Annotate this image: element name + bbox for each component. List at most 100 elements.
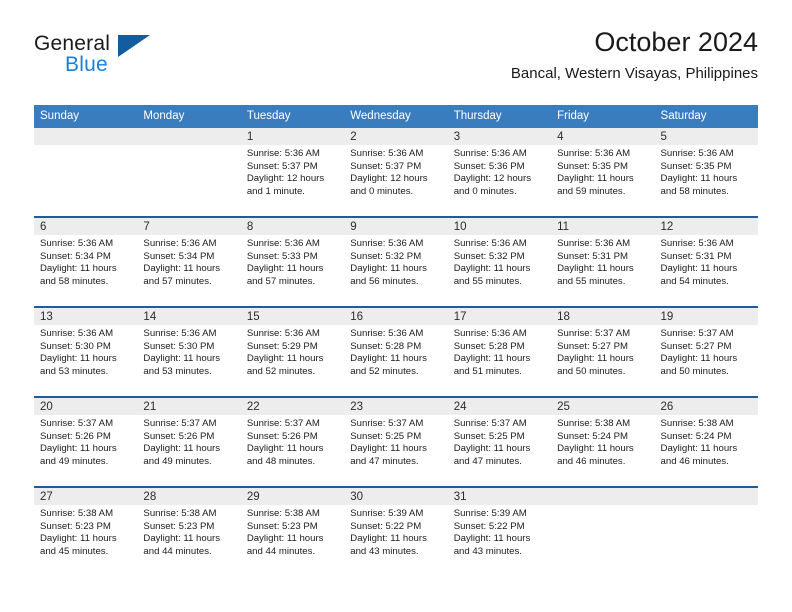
day-cell[interactable]: 4 Sunrise: 5:36 AM Sunset: 5:35 PM Daylight…: [551, 128, 655, 216]
day-detail-line: and 44 minutes.: [143, 545, 212, 557]
day-cell[interactable]: 1 Sunrise: 5:36 AM Sunset: 5:37 PM Daylight…: [240, 128, 345, 216]
day-detail-line: Sunrise: 5:36 AM: [660, 148, 734, 159]
day-number: 25: [551, 398, 655, 415]
day-detail-line: and 58 minutes.: [40, 275, 109, 287]
day-cell[interactable]: 5 Sunrise: 5:36 AM Sunset: 5:35 PM Daylight…: [654, 128, 758, 216]
day-details: Sunrise: 5:38 AM Sunset: 5:24 PM Daylight:…: [655, 415, 758, 468]
day-detail-line: Daylight: 11 hours: [453, 353, 531, 365]
day-cell[interactable]: 25 Sunrise: 5:38 AM Sunset: 5:24 PM Dayligh…: [551, 398, 655, 486]
day-detail-line: Sunrise: 5:38 AM: [246, 508, 320, 519]
day-detail-line: Sunrise: 5:36 AM: [557, 148, 631, 159]
day-detail-line: Sunset: 5:37 PM: [246, 160, 318, 172]
day-cell[interactable]: 31 Sunrise: 5:39 AM Sunset: 5:22 PM Dayligh…: [447, 488, 552, 576]
day-detail-line: Sunset: 5:35 PM: [557, 160, 629, 172]
day-details: Sunrise: 5:37 AM Sunset: 5:27 PM Daylight:…: [551, 325, 654, 378]
day-cell[interactable]: 16 Sunrise: 5:36 AM Sunset: 5:28 PM Dayligh…: [344, 308, 448, 396]
day-detail-line: and 49 minutes.: [40, 455, 109, 467]
day-detail-line: Sunset: 5:31 PM: [660, 250, 732, 262]
calendar-week-row: 6 Sunrise: 5:36 AM Sunset: 5:34 PM Daylight…: [34, 216, 758, 306]
day-cell[interactable]: 22 Sunrise: 5:37 AM Sunset: 5:26 PM Dayligh…: [240, 398, 345, 486]
general-blue-logo: General Blue: [34, 32, 234, 88]
day-number: [551, 488, 655, 505]
day-cell[interactable]: 3 Sunrise: 5:36 AM Sunset: 5:36 PM Daylight…: [447, 128, 552, 216]
day-details: Sunrise: 5:36 AM Sunset: 5:28 PM Daylight:…: [448, 325, 551, 378]
day-detail-line: Daylight: 11 hours: [350, 533, 427, 545]
day-detail-line: Sunrise: 5:37 AM: [453, 418, 527, 429]
day-detail-line: Sunset: 5:26 PM: [246, 430, 318, 442]
day-details: Sunrise: 5:36 AM Sunset: 5:37 PM Daylight:…: [344, 145, 447, 198]
day-detail-line: Sunrise: 5:36 AM: [557, 238, 631, 249]
day-detail-line: Daylight: 11 hours: [557, 173, 634, 185]
day-cell[interactable]: 23 Sunrise: 5:37 AM Sunset: 5:25 PM Dayligh…: [344, 398, 448, 486]
day-number: 26: [654, 398, 758, 415]
day-number: 6: [34, 218, 138, 235]
day-details: [551, 505, 654, 508]
day-cell[interactable]: 21 Sunrise: 5:37 AM Sunset: 5:26 PM Dayligh…: [137, 398, 241, 486]
day-detail-line: and 50 minutes.: [660, 365, 729, 377]
day-number: 30: [344, 488, 448, 505]
day-detail-line: Sunset: 5:28 PM: [350, 340, 422, 352]
day-cell[interactable]: 2 Sunrise: 5:36 AM Sunset: 5:37 PM Daylight…: [344, 128, 448, 216]
day-cell[interactable]: 20 Sunrise: 5:37 AM Sunset: 5:26 PM Dayligh…: [34, 398, 138, 486]
day-detail-line: and 50 minutes.: [557, 365, 626, 377]
day-cell[interactable]: 13 Sunrise: 5:36 AM Sunset: 5:30 PM Dayligh…: [34, 308, 138, 396]
day-details: Sunrise: 5:38 AM Sunset: 5:23 PM Daylight:…: [34, 505, 137, 558]
day-detail-line: Sunset: 5:29 PM: [246, 340, 318, 352]
day-details: Sunrise: 5:37 AM Sunset: 5:25 PM Daylight:…: [448, 415, 551, 468]
day-details: Sunrise: 5:36 AM Sunset: 5:29 PM Daylight:…: [241, 325, 344, 378]
day-cell[interactable]: 10 Sunrise: 5:36 AM Sunset: 5:32 PM Dayligh…: [447, 218, 552, 306]
day-detail-line: Sunset: 5:23 PM: [40, 520, 111, 532]
day-detail-line: Sunset: 5:25 PM: [350, 430, 422, 442]
day-detail-line: and 48 minutes.: [246, 455, 316, 467]
day-details: Sunrise: 5:36 AM Sunset: 5:35 PM Daylight:…: [551, 145, 654, 198]
weekday-header-thursday: Thursday: [453, 110, 502, 122]
day-cell[interactable]: 9 Sunrise: 5:36 AM Sunset: 5:32 PM Daylight…: [344, 218, 448, 306]
day-cell-empty: [137, 128, 241, 216]
day-cell[interactable]: 18 Sunrise: 5:37 AM Sunset: 5:27 PM Dayligh…: [551, 308, 655, 396]
day-detail-line: Daylight: 11 hours: [143, 263, 221, 275]
day-number: 20: [34, 398, 138, 415]
day-cell[interactable]: 11 Sunrise: 5:36 AM Sunset: 5:31 PM Dayligh…: [551, 218, 655, 306]
day-detail-line: and 56 minutes.: [350, 275, 419, 287]
day-detail-line: Sunset: 5:23 PM: [246, 520, 318, 532]
day-detail-line: Sunset: 5:31 PM: [557, 250, 629, 262]
day-number: 31: [447, 488, 552, 505]
day-detail-line: Sunrise: 5:37 AM: [557, 328, 631, 339]
day-number: 12: [654, 218, 758, 235]
page-subtitle: Bancal, Western Visayas, Philippines: [510, 65, 758, 82]
calendar-week-row: 13 Sunrise: 5:36 AM Sunset: 5:30 PM Dayligh…: [34, 306, 758, 396]
day-cell[interactable]: 6 Sunrise: 5:36 AM Sunset: 5:34 PM Daylight…: [34, 218, 138, 306]
day-number: 2: [344, 128, 448, 145]
day-detail-line: Sunrise: 5:38 AM: [143, 508, 217, 519]
day-detail-line: Sunrise: 5:36 AM: [453, 328, 527, 339]
day-cell[interactable]: 29 Sunrise: 5:38 AM Sunset: 5:23 PM Dayligh…: [240, 488, 345, 576]
day-number: 13: [34, 308, 138, 325]
day-cell[interactable]: 12 Sunrise: 5:36 AM Sunset: 5:31 PM Dayligh…: [654, 218, 758, 306]
day-cell[interactable]: 24 Sunrise: 5:37 AM Sunset: 5:25 PM Dayligh…: [447, 398, 552, 486]
day-cell[interactable]: 8 Sunrise: 5:36 AM Sunset: 5:33 PM Daylight…: [240, 218, 345, 306]
day-cell[interactable]: 15 Sunrise: 5:36 AM Sunset: 5:29 PM Dayligh…: [240, 308, 345, 396]
day-cell[interactable]: 19 Sunrise: 5:37 AM Sunset: 5:27 PM Dayligh…: [654, 308, 758, 396]
day-cell[interactable]: 30 Sunrise: 5:39 AM Sunset: 5:22 PM Dayligh…: [344, 488, 448, 576]
day-cell[interactable]: 17 Sunrise: 5:36 AM Sunset: 5:28 PM Dayligh…: [447, 308, 552, 396]
day-cell[interactable]: 26 Sunrise: 5:38 AM Sunset: 5:24 PM Dayligh…: [654, 398, 758, 486]
page-header: General Blue October 2024 Bancal, Wester…: [34, 26, 758, 96]
day-cell[interactable]: 27 Sunrise: 5:38 AM Sunset: 5:23 PM Dayligh…: [34, 488, 138, 576]
day-details: Sunrise: 5:37 AM Sunset: 5:26 PM Daylight:…: [34, 415, 137, 468]
day-cell[interactable]: 7 Sunrise: 5:36 AM Sunset: 5:34 PM Daylight…: [137, 218, 241, 306]
day-detail-line: Sunset: 5:35 PM: [660, 160, 732, 172]
day-detail-line: Daylight: 11 hours: [350, 263, 427, 275]
day-detail-line: and 43 minutes.: [453, 545, 522, 557]
day-number: 4: [551, 128, 655, 145]
calendar-grid: Sunday Monday Tuesday Wednesday Thursday Frid…: [34, 105, 758, 576]
day-detail-line: Sunset: 5:26 PM: [40, 430, 111, 442]
day-cell[interactable]: 28 Sunrise: 5:38 AM Sunset: 5:23 PM Dayligh…: [137, 488, 241, 576]
day-detail-line: Daylight: 11 hours: [660, 173, 738, 185]
day-detail-line: Sunrise: 5:36 AM: [453, 238, 527, 249]
day-detail-line: Daylight: 11 hours: [40, 443, 117, 455]
day-detail-line: Sunset: 5:36 PM: [453, 160, 525, 172]
day-detail-line: Daylight: 11 hours: [40, 353, 117, 365]
day-details: Sunrise: 5:36 AM Sunset: 5:33 PM Daylight:…: [241, 235, 344, 288]
day-detail-line: Sunrise: 5:36 AM: [246, 238, 320, 249]
day-cell[interactable]: 14 Sunrise: 5:36 AM Sunset: 5:30 PM Dayligh…: [137, 308, 241, 396]
